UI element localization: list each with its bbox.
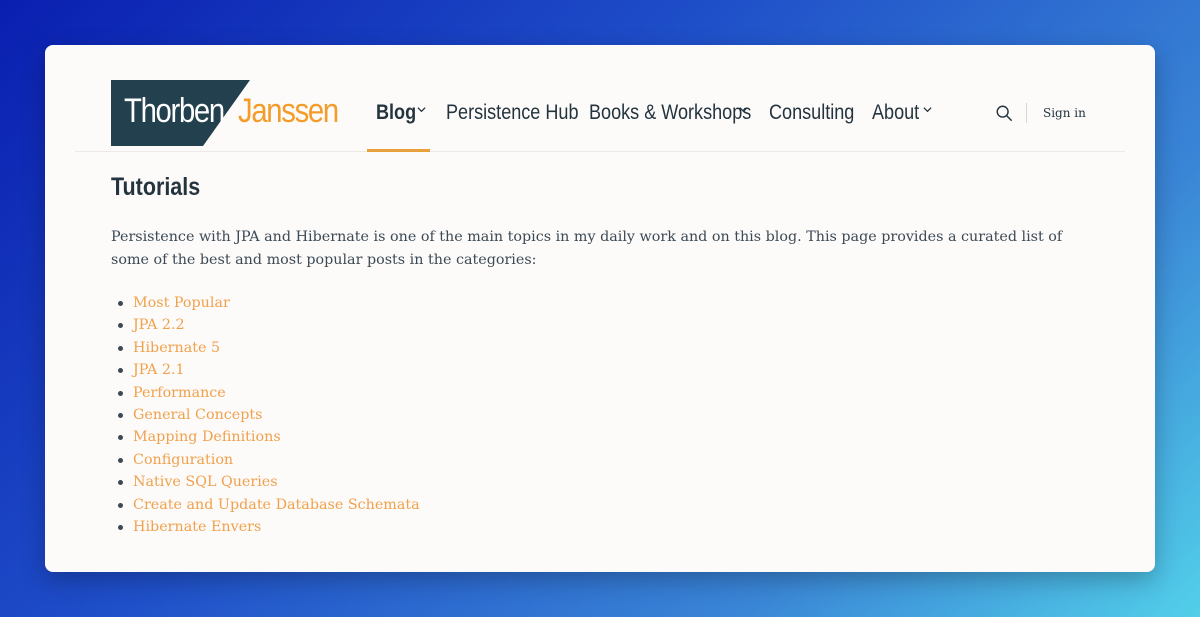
topic-link[interactable]: Most Popular	[133, 295, 230, 311]
bullet	[118, 457, 123, 463]
nav-item-about[interactable]: About	[872, 101, 919, 125]
bullet	[118, 323, 123, 329]
search-icon[interactable]	[995, 104, 1013, 122]
chevron-down-icon[interactable]	[739, 105, 748, 114]
topic-link[interactable]: JPA 2.2	[133, 317, 185, 333]
topic-link[interactable]: Hibernate Envers	[133, 519, 261, 535]
bullet	[118, 524, 123, 530]
list-item: Most Popular	[111, 292, 420, 314]
bullet	[118, 301, 123, 306]
header-divider	[1026, 103, 1027, 123]
topic-link[interactable]: Configuration	[133, 452, 233, 468]
list-item: Hibernate Envers	[111, 516, 420, 538]
list-item: Performance	[111, 382, 420, 404]
nav-item-persistence-hub[interactable]: Persistence Hub	[446, 101, 579, 125]
nav-item-blog[interactable]: Blog	[376, 101, 416, 125]
nav-item-consulting[interactable]: Consulting	[769, 101, 854, 125]
topic-link[interactable]: JPA 2.1	[133, 362, 185, 378]
topic-link[interactable]: Mapping Definitions	[133, 429, 281, 445]
intro-paragraph: Persistence with JPA and Hibernate is on…	[111, 229, 1063, 268]
bullet	[118, 390, 123, 396]
list-item: JPA 2.1	[111, 359, 420, 381]
site-header: Thorben Janssen Blog Persistence Hub Boo…	[75, 75, 1125, 152]
list-item: General Concepts	[111, 404, 420, 426]
page-title: Tutorials	[111, 173, 201, 201]
list-item: Mapping Definitions	[111, 426, 420, 448]
active-nav-indicator	[367, 149, 430, 152]
main-nav: Blog Persistence Hub Books & Workshops C…	[75, 75, 1125, 152]
list-item: JPA 2.2	[111, 314, 420, 336]
topic-link[interactable]: Hibernate 5	[133, 340, 220, 356]
bullet	[118, 435, 123, 441]
nav-item-books-workshops[interactable]: Books & Workshops	[589, 101, 751, 125]
chevron-down-icon[interactable]	[417, 105, 426, 114]
list-item: Create and Update Database Schemata	[111, 494, 420, 516]
bullet	[118, 412, 123, 418]
bullet	[118, 480, 123, 486]
chevron-down-icon[interactable]	[923, 105, 932, 114]
topic-list: Most Popular JPA 2.2 Hibernate 5 JPA 2.1…	[111, 292, 420, 538]
bullet	[118, 368, 123, 374]
list-item: Configuration	[111, 449, 420, 471]
sign-in-link[interactable]: Sign in	[1043, 106, 1086, 120]
page-card: Thorben Janssen Blog Persistence Hub Boo…	[45, 45, 1155, 572]
topic-link[interactable]: Create and Update Database Schemata	[133, 497, 420, 513]
list-item: Native SQL Queries	[111, 471, 420, 493]
list-item: Hibernate 5	[111, 337, 420, 359]
topic-link[interactable]: Native SQL Queries	[133, 474, 278, 490]
topic-link[interactable]: Performance	[133, 385, 226, 401]
bullet	[118, 502, 123, 508]
bullet	[118, 345, 123, 351]
topic-link[interactable]: General Concepts	[133, 407, 262, 423]
